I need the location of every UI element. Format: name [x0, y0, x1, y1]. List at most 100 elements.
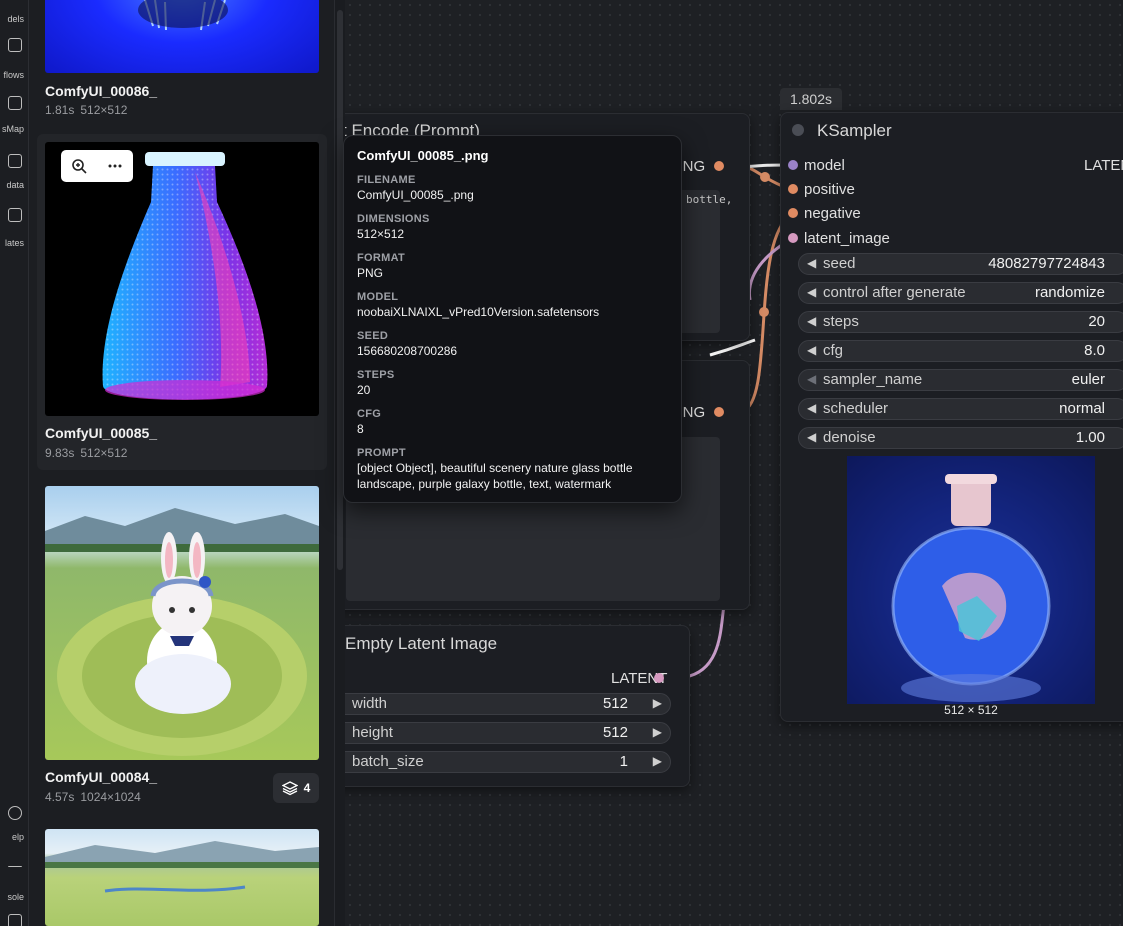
negative-input-port[interactable]	[788, 208, 798, 218]
latent-output-port[interactable]	[654, 673, 664, 683]
batch-size-widget[interactable]: batch_size 1 ▶	[345, 751, 671, 773]
denoise-widget[interactable]: ◀ denoise 1.00	[798, 427, 1123, 449]
rail-help-label: elp	[11, 832, 24, 842]
tooltip-label: PROMPT	[357, 447, 406, 459]
zoom-in-icon[interactable]	[71, 158, 87, 174]
positive-input-label: positive	[804, 181, 855, 198]
tooltip-row-format: FORMAT PNG	[357, 251, 668, 281]
decrement-arrow-icon[interactable]: ◀	[807, 401, 816, 415]
gallery-item-time: 1.81s	[45, 103, 75, 117]
gallery-item-selected[interactable]: ComfyUI_00085_ 9.83s 512×512	[37, 134, 327, 470]
decrement-arrow-icon[interactable]: ◀	[807, 285, 816, 299]
rail-templates[interactable]: lates	[0, 208, 24, 250]
empty-latent-image-node[interactable]: Empty Latent Image LATENT width 512 ▶ he…	[345, 625, 690, 787]
thumbnail-image[interactable]	[45, 142, 319, 416]
queue-sidebar: ComfyUI_00086_ 1.81s 512×512 ComfyUI_000…	[29, 0, 334, 926]
rail-workflows-label: flows	[3, 70, 24, 80]
gallery-item-size: 1024×1024	[80, 790, 141, 804]
tooltip-label: DIMENSIONS	[357, 213, 430, 225]
widget-label: height	[352, 724, 393, 741]
gallery-item-title: ComfyUI_00084_	[45, 769, 158, 785]
gallery-item[interactable]: ComfyUI_00086_ 1.81s 512×512	[37, 0, 327, 125]
tooltip-row-steps: STEPS 20	[357, 368, 668, 398]
thumbnail-image[interactable]	[45, 0, 319, 73]
decrement-arrow-icon[interactable]: ◀	[807, 430, 816, 444]
cfg-widget[interactable]: ◀ cfg 8.0	[798, 340, 1123, 362]
node-title: Empty Latent Image	[345, 634, 498, 653]
seed-widget[interactable]: ◀ seed 48082797724843	[798, 253, 1123, 275]
prompt-text-peek: bottle,	[686, 193, 733, 206]
latent-output-label: LATEN	[1084, 157, 1123, 174]
decrement-arrow-icon[interactable]: ◀	[807, 314, 816, 328]
conditioning-output-port[interactable]	[714, 161, 724, 171]
model-input-port[interactable]	[788, 160, 798, 170]
widget-value: normal	[1059, 400, 1105, 417]
rail-nodes-map-label: sMap	[1, 124, 24, 134]
width-widget[interactable]: width 512 ▶	[345, 693, 671, 715]
nodes-map-icon	[8, 96, 22, 110]
rail-console[interactable]: sole	[0, 866, 24, 906]
latent-input-port[interactable]	[788, 233, 798, 243]
ksampler-node[interactable]: KSampler model positive negative latent_…	[780, 112, 1123, 722]
rail-nodes-map[interactable]: sMap	[0, 96, 24, 136]
bottle-preview-graphic	[847, 456, 1095, 704]
conditioning-output-port[interactable]	[714, 407, 724, 417]
gallery-item-size: 512×512	[80, 103, 128, 117]
rail-help[interactable]: elp	[0, 806, 24, 846]
tooltip-value: 156680208700286	[357, 344, 458, 358]
increment-arrow-icon[interactable]: ▶	[653, 754, 662, 768]
widget-value: 1.00	[1075, 429, 1105, 446]
tooltip-row-filename: FILENAME ComfyUI_00085_.png	[357, 173, 668, 203]
gallery-item[interactable]	[37, 821, 327, 926]
tooltip-value: 512×512	[357, 227, 405, 241]
tooltip-value: [object Object], beautiful scenery natur…	[357, 461, 633, 491]
tooltip-value: ComfyUI_00085_.png	[357, 188, 474, 202]
image-info-tooltip: ComfyUI_00085_.png FILENAME ComfyUI_0008…	[343, 135, 682, 503]
rail-models[interactable]: dels	[0, 12, 24, 28]
preview-image[interactable]	[847, 456, 1095, 704]
tooltip-value: 8	[357, 422, 364, 436]
gallery-item[interactable]: ComfyUI_00084_ 4.57s 1024×1024 4	[37, 478, 327, 808]
tooltip-value: PNG	[357, 266, 384, 280]
tooltip-row-model: MODEL noobaiXLNAIXL_vPred10Version.safet…	[357, 290, 668, 320]
positive-input-port[interactable]	[788, 184, 798, 194]
control-after-generate-widget[interactable]: ◀ control after generate randomize	[798, 282, 1123, 304]
tooltip-label: CFG	[357, 408, 382, 420]
collapse-dot-icon[interactable]	[792, 124, 804, 136]
rail-extra[interactable]	[0, 914, 24, 926]
sampler-name-widget[interactable]: ◀ sampler_name euler	[798, 369, 1123, 391]
gallery-item-size: 512×512	[80, 446, 128, 460]
thumbnail-image[interactable]	[45, 829, 319, 926]
thumbnail-image[interactable]	[45, 486, 319, 760]
rail-workflows[interactable]: flows	[0, 38, 24, 82]
decrement-arrow-icon[interactable]: ◀	[807, 256, 816, 270]
decrement-arrow-icon[interactable]: ◀	[807, 343, 816, 357]
tooltip-row-dimensions: DIMENSIONS 512×512	[357, 212, 668, 242]
scheduler-widget[interactable]: ◀ scheduler normal	[798, 398, 1123, 420]
more-horizontal-icon[interactable]	[107, 158, 123, 174]
widget-value: 8.0	[1084, 342, 1105, 359]
console-icon	[8, 866, 22, 868]
tooltip-row-cfg: CFG 8	[357, 407, 668, 437]
widget-value: 512	[602, 724, 628, 741]
increment-arrow-icon[interactable]: ▶	[653, 696, 662, 710]
decrement-arrow-icon[interactable]: ◀	[807, 372, 816, 386]
landscape-graphic	[45, 841, 319, 893]
gallery-item-meta: 9.83s 512×512	[45, 446, 133, 460]
rail-models-label: dels	[7, 14, 24, 24]
gallery-item-title: ComfyUI_00086_	[45, 83, 158, 99]
tooltip-label: MODEL	[357, 291, 399, 303]
height-widget[interactable]: height 512 ▶	[345, 722, 671, 744]
widget-label: batch_size	[352, 753, 424, 770]
widget-label: scheduler	[823, 400, 889, 417]
rail-templates-label: lates	[4, 238, 24, 248]
glass-bottle-graphic	[102, 152, 268, 400]
increment-arrow-icon[interactable]: ▶	[653, 725, 662, 739]
widget-label: sampler_name	[823, 371, 923, 388]
steps-widget[interactable]: ◀ steps 20	[798, 311, 1123, 333]
bunny-field-graphic	[45, 508, 319, 756]
rail-data[interactable]: data	[0, 154, 24, 194]
widget-label: width	[352, 695, 388, 712]
tooltip-title: ComfyUI_00085_.png	[357, 148, 489, 163]
stack-count-badge[interactable]: 4	[273, 773, 319, 803]
